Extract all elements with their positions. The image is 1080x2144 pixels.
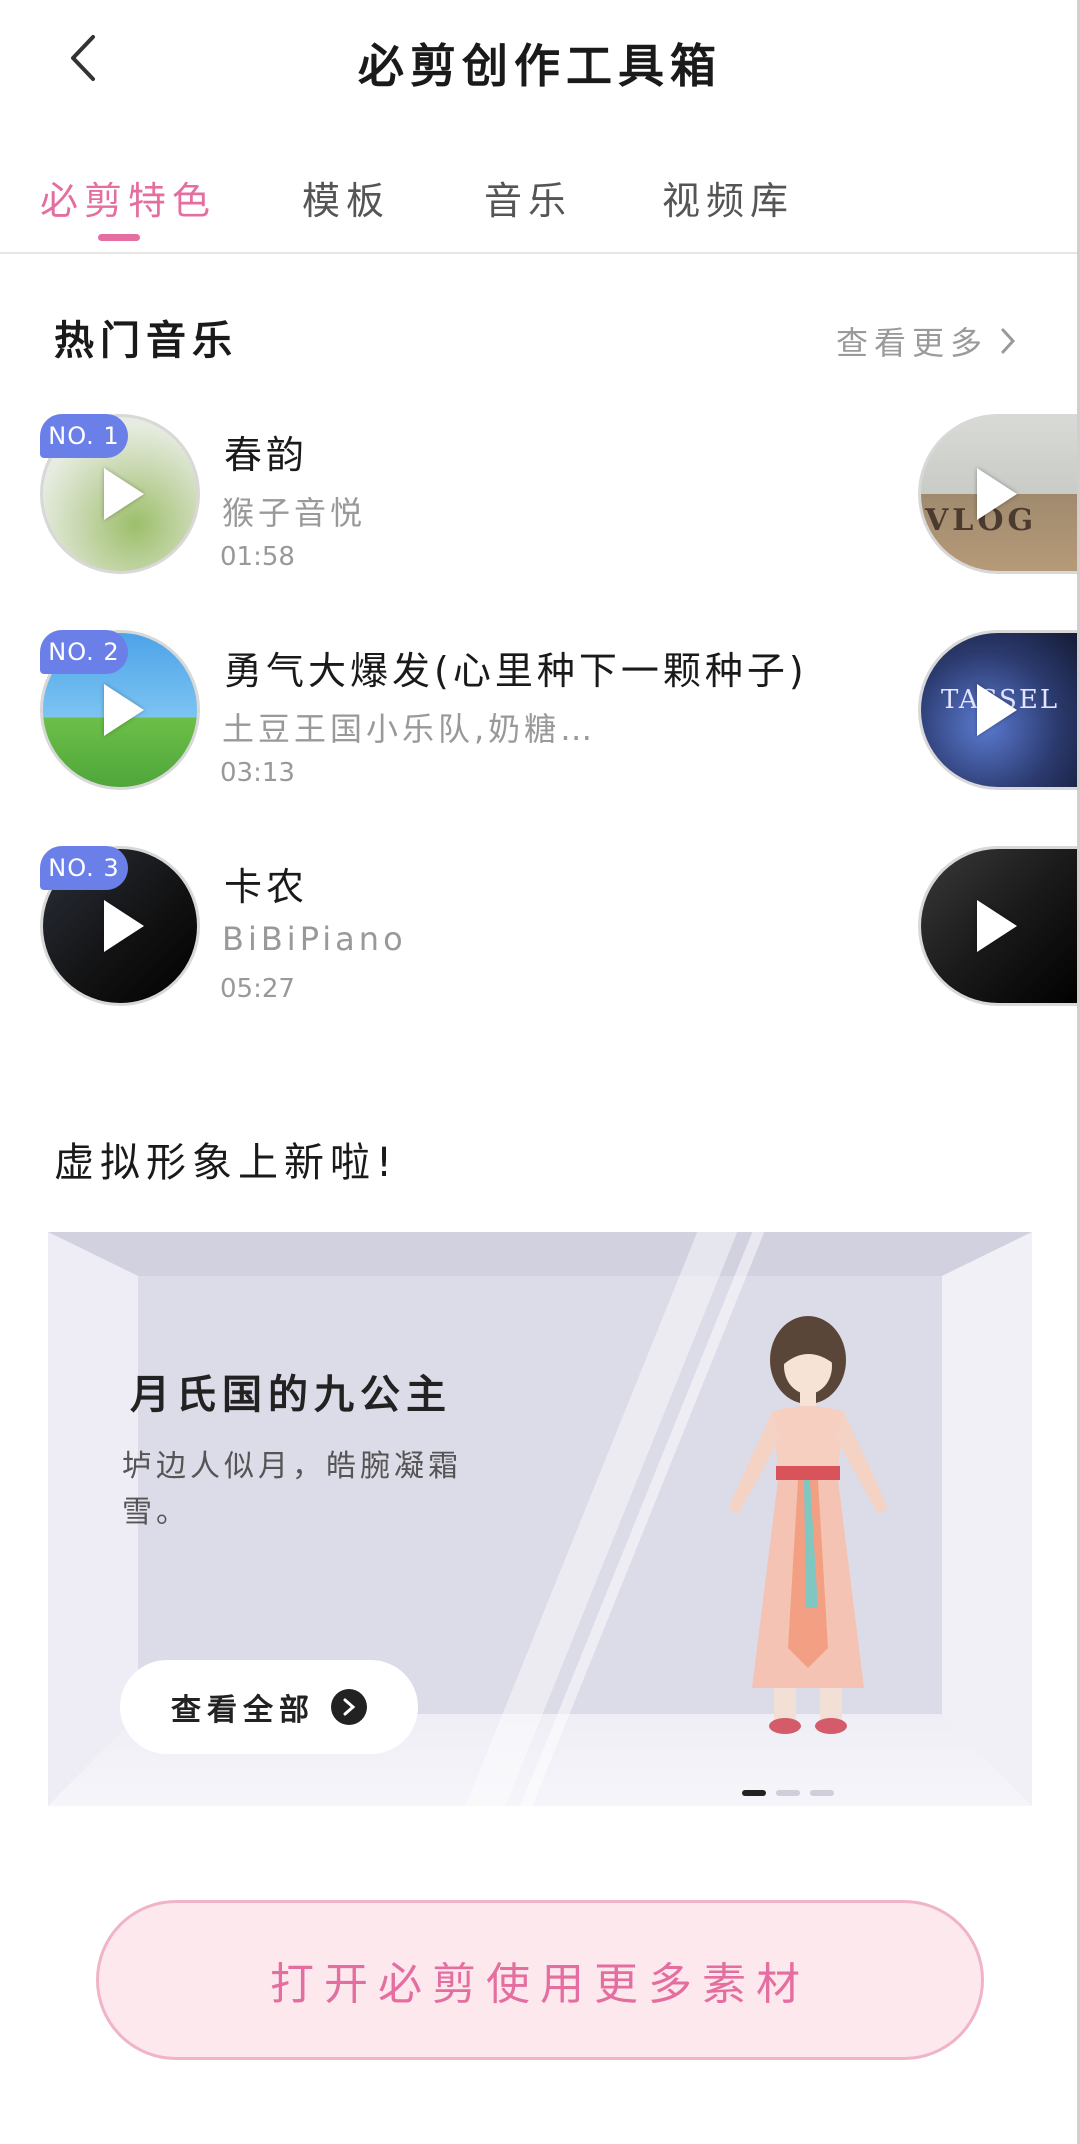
- play-icon: [977, 684, 1017, 736]
- song-duration: 01:58: [220, 542, 295, 572]
- avatar-name: 月氏国的九公主: [130, 1372, 452, 1418]
- view-more-link[interactable]: 查看更多: [836, 318, 1016, 364]
- song-title: 卡农: [224, 865, 309, 909]
- chevron-right-icon: [1001, 328, 1016, 354]
- carousel-dot: [776, 1790, 800, 1796]
- side-cover[interactable]: VLOG: [918, 414, 1080, 574]
- top-bar: 必剪创作工具箱: [0, 0, 1080, 120]
- play-icon: [977, 468, 1017, 520]
- tab-templates[interactable]: 模板: [302, 170, 390, 225]
- song-artist: 猴子音悦: [222, 494, 367, 532]
- song-item[interactable]: NO. 1 春韵 猴子音悦 01:58 VLOG: [0, 414, 1080, 584]
- song-duration: 03:13: [220, 758, 295, 788]
- play-icon: [104, 900, 144, 952]
- song-duration: 05:27: [220, 974, 295, 1004]
- rank-badge: NO. 1: [40, 414, 128, 458]
- banner-right-wall: [942, 1232, 1032, 1806]
- view-more-label: 查看更多: [835, 324, 988, 362]
- rank-badge: NO. 3: [40, 846, 128, 890]
- open-bijian-button[interactable]: 打开必剪使用更多素材: [96, 1900, 984, 2060]
- song-title: 春韵: [224, 433, 309, 477]
- rank-badge: NO. 2: [40, 630, 128, 674]
- song-artist: 土豆王国小乐队,奶糖…: [222, 710, 597, 748]
- play-icon: [104, 684, 144, 736]
- song-title: 勇气大爆发(心里种下一颗种子): [224, 649, 808, 693]
- carousel-indicator: [742, 1790, 834, 1796]
- play-icon: [977, 900, 1017, 952]
- view-all-button[interactable]: 查看全部: [120, 1660, 418, 1754]
- avatar-banner[interactable]: 月氏国的九公主 垆边人似月，皓腕凝霜雪。 查看全部: [48, 1232, 1032, 1806]
- carousel-dot-active: [742, 1790, 766, 1796]
- tab-music[interactable]: 音乐: [484, 170, 572, 225]
- avatar-section-title: 虚拟形象上新啦!: [54, 1140, 399, 1186]
- hot-music-title: 热门音乐: [54, 318, 238, 364]
- tab-video-library[interactable]: 视频库: [662, 170, 794, 225]
- song-artist: BiBiPiano: [222, 920, 407, 958]
- avatar-character-image: [728, 1316, 888, 1734]
- page-title: 必剪创作工具箱: [358, 39, 722, 93]
- carousel-dot: [810, 1790, 834, 1796]
- arrow-right-circle-icon: [331, 1689, 367, 1725]
- tab-bar: 必剪特色 模板 音乐 视频库: [0, 150, 1080, 254]
- side-cover[interactable]: TASSEL: [918, 630, 1080, 790]
- avatar-description: 垆边人似月，皓腕凝霜雪。: [122, 1449, 462, 1530]
- tab-features[interactable]: 必剪特色: [40, 170, 216, 225]
- tab-indicator: [98, 234, 140, 241]
- play-icon: [104, 468, 144, 520]
- song-item[interactable]: NO. 3 卡农 BiBiPiano 05:27: [0, 846, 1080, 1016]
- song-item[interactable]: NO. 2 勇气大爆发(心里种下一颗种子) 土豆王国小乐队,奶糖… 03:13 …: [0, 630, 1080, 800]
- banner-ceiling: [48, 1232, 1032, 1276]
- side-cover[interactable]: [918, 846, 1080, 1006]
- view-all-label: 查看全部: [171, 1693, 315, 1728]
